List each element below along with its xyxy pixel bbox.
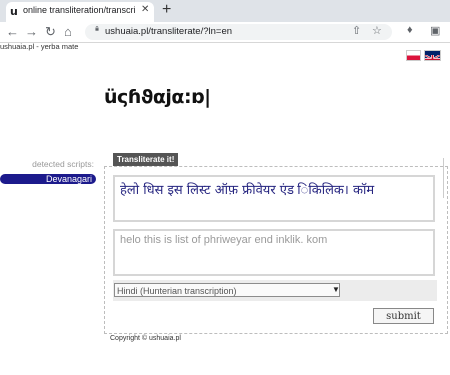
reload-icon[interactable]: ↻ [45,24,56,40]
new-tab-icon[interactable]: + [162,1,171,19]
input-text[interactable]: helo this is list of phriweyar end inkli… [120,234,327,246]
url-text[interactable]: ushuaia.pl/transliterate/?ln=en [105,26,232,37]
extensions-icon[interactable]: ♦ [407,24,413,36]
output-text: हेलो धिस इस लिस्ट ऑफ़ फ्रीवेयर एंड िकिलि… [120,183,375,198]
chevron-down-icon[interactable]: ▼ [332,285,340,294]
forward-icon[interactable]: → [25,24,38,39]
lock-icon[interactable] [94,26,100,31]
site-logo[interactable]: üςɦϑαjα:ɒ| [104,86,211,108]
home-icon[interactable]: ⌂ [64,24,72,39]
polish-flag-icon[interactable] [406,50,421,61]
detected-scripts-label: detected scripts: [32,159,94,169]
submit-button[interactable]: submit [373,308,434,324]
transliterate-tab: Transliterate it! [113,153,179,166]
copyright-text: Copyright © ushuaia.pl [110,335,181,342]
back-icon[interactable]: ← [6,24,19,39]
close-tab-icon[interactable]: ✕ [141,4,149,15]
transcription-select[interactable]: Hindi (Hunterian transcription) [114,283,340,297]
uk-flag-icon[interactable] [424,50,441,61]
star-icon[interactable]: ☆ [372,24,382,37]
sidebar-icon[interactable]: ▣ [430,24,440,37]
breadcrumb[interactable]: ushuaia.pl - yerba mate [0,42,78,51]
share-icon[interactable]: ⇧ [352,24,361,37]
favicon-icon: u [10,5,18,18]
uk-flag-graphic [425,54,440,60]
tab-title: online transliteration/transcription [23,5,136,15]
detected-script-badge: Devanagari [0,174,96,184]
side-divider [443,158,444,198]
